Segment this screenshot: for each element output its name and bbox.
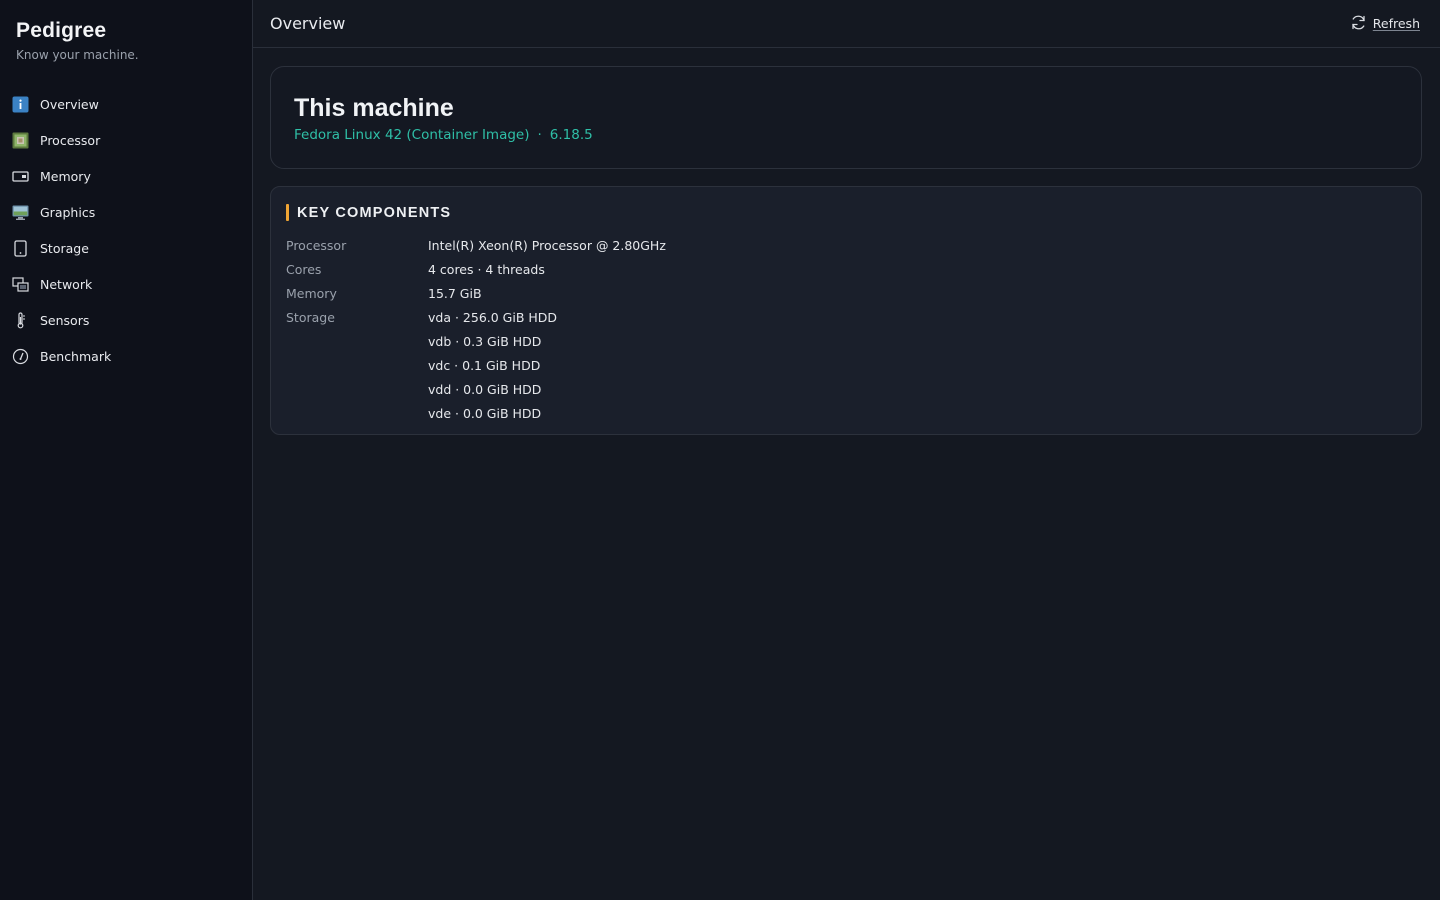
spec-value: vda · 256.0 GiB HDD: [428, 309, 558, 325]
sidebar-item-storage[interactable]: Storage: [0, 230, 252, 266]
machine-subtitle: Fedora Linux 42 (Container Image) · 6.18.5: [294, 127, 1398, 143]
spec-value: vdd · 0.0 GiB HDD: [428, 381, 542, 397]
monitor-icon: [12, 204, 29, 221]
processor-icon: [12, 132, 29, 149]
kernel-version: 6.18.5: [549, 127, 593, 143]
section-heading-label: KEY COMPONENTS: [297, 204, 452, 221]
spec-row-cores: Cores 4 cores · 4 threads: [286, 257, 666, 281]
network-icon: [12, 276, 29, 293]
sidebar-item-label: Processor: [40, 132, 101, 148]
thermometer-icon: [12, 311, 29, 329]
sidebar-item-label: Sensors: [40, 312, 90, 328]
section-heading: KEY COMPONENTS: [286, 204, 1406, 221]
spec-key: Memory: [286, 285, 337, 301]
storage-icon: [12, 239, 29, 257]
sidebar-item-label: Memory: [40, 168, 91, 184]
sidebar-item-label: Benchmark: [40, 348, 112, 364]
machine-title: This machine: [294, 94, 454, 122]
spec-key: Storage: [286, 309, 335, 325]
sidebar-item-sensors[interactable]: Sensors: [0, 302, 252, 338]
spec-row-storage-extra: vdb · 0.3 GiB HDD: [286, 329, 666, 353]
sidebar-item-network[interactable]: Network: [0, 266, 252, 302]
app-title: Pedigree: [16, 19, 107, 42]
spec-table: Processor Intel(R) Xeon(R) Processor @ 2…: [286, 233, 666, 425]
spec-row-storage-extra: vde · 0.0 GiB HDD: [286, 401, 666, 425]
sidebar-item-label: Graphics: [40, 204, 96, 220]
page-title: Overview: [270, 14, 346, 33]
spec-key: Cores: [286, 261, 322, 277]
refresh-label: Refresh: [1372, 16, 1420, 31]
sidebar-item-overview[interactable]: Overview: [0, 86, 252, 122]
spec-key: [286, 353, 428, 377]
accent-bar: [286, 204, 289, 221]
spec-row-memory: Memory 15.7 GiB: [286, 281, 666, 305]
overview-content: This machine Fedora Linux 42 (Container …: [253, 48, 1440, 435]
spec-value: Intel(R) Xeon(R) Processor @ 2.80GHz: [428, 237, 666, 253]
sidebar-item-processor[interactable]: Processor: [0, 122, 252, 158]
main-panel: Overview Refresh This machine Fedora Lin…: [253, 0, 1440, 900]
sidebar-item-memory[interactable]: Memory: [0, 158, 252, 194]
app-tagline: Know your machine.: [16, 48, 139, 62]
spec-key: Processor: [286, 237, 347, 253]
spec-row-storage-extra: vdc · 0.1 GiB HDD: [286, 353, 666, 377]
spec-value: vdc · 0.1 GiB HDD: [428, 357, 541, 373]
sidebar-nav: Overview Processor Memory Graphics Stora…: [0, 86, 252, 374]
key-components-card: KEY COMPONENTS Processor Intel(R) Xeon(R…: [270, 186, 1422, 435]
sidebar-item-label: Overview: [40, 96, 99, 112]
memory-icon: [12, 168, 29, 185]
spec-value: 15.7 GiB: [428, 285, 482, 301]
info-icon: [12, 96, 29, 113]
separator: ·: [537, 127, 542, 143]
app-window: Pedigree Know your machine. Overview Pro…: [0, 0, 1440, 900]
os-name: Fedora Linux 42 (Container Image): [294, 127, 530, 143]
spec-row-storage: Storage vda · 256.0 GiB HDD: [286, 305, 666, 329]
header-bar: Overview Refresh: [253, 0, 1440, 48]
spec-row-processor: Processor Intel(R) Xeon(R) Processor @ 2…: [286, 233, 666, 257]
sidebar-item-benchmark[interactable]: Benchmark: [0, 338, 252, 374]
refresh-button[interactable]: Refresh: [1350, 14, 1420, 34]
refresh-icon: [1350, 14, 1367, 34]
sidebar-item-graphics[interactable]: Graphics: [0, 194, 252, 230]
sidebar-item-label: Storage: [40, 240, 89, 256]
spec-key: [286, 329, 428, 353]
spec-key: [286, 401, 428, 425]
machine-card: This machine Fedora Linux 42 (Container …: [270, 66, 1422, 169]
spec-value: 4 cores · 4 threads: [428, 261, 545, 277]
brand: Pedigree Know your machine.: [0, 18, 252, 62]
gauge-icon: [12, 348, 29, 365]
spec-key: [286, 377, 428, 401]
spec-value: vdb · 0.3 GiB HDD: [428, 333, 542, 349]
sidebar: Pedigree Know your machine. Overview Pro…: [0, 0, 253, 900]
spec-value: vde · 0.0 GiB HDD: [428, 405, 542, 421]
spec-row-storage-extra: vdd · 0.0 GiB HDD: [286, 377, 666, 401]
sidebar-item-label: Network: [40, 276, 93, 292]
